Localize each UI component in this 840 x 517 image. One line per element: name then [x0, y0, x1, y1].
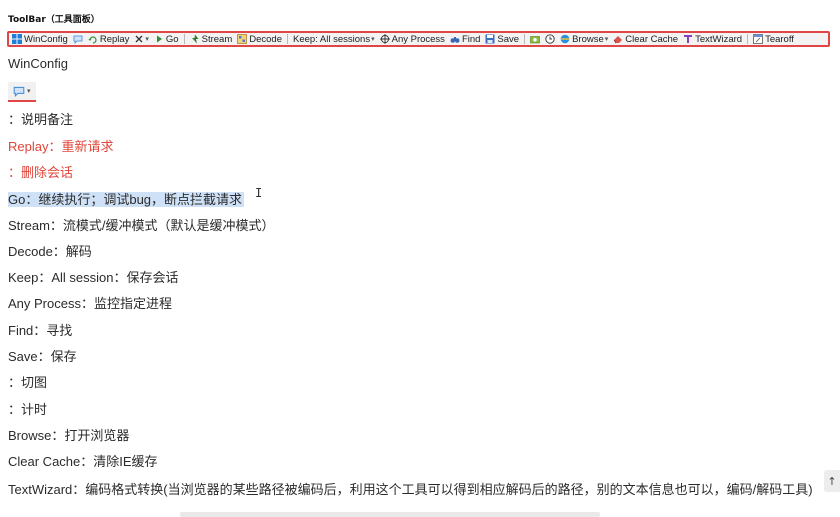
replay-icon — [88, 34, 98, 44]
toolbar-stream[interactable]: Stream — [190, 33, 233, 45]
toolbar-winconfig-label: WinConfig — [24, 33, 68, 45]
toolbar-divider — [286, 34, 288, 44]
find-description: Find：寻找 — [8, 323, 73, 338]
scroll-to-top-button[interactable]: ↑ — [824, 470, 840, 492]
toolbar-find-label: Find — [461, 33, 481, 45]
screenshot-description: ：切图 — [8, 375, 48, 390]
decode-icon — [237, 34, 248, 44]
go-description: Go：继续执行；调试bug，断点拦截请求 — [8, 191, 245, 209]
tearoff-icon — [753, 34, 763, 44]
keep-description: Keep：All session：保存会话 — [8, 270, 179, 285]
toolbar-tearoff-label: Tearoff — [765, 33, 794, 45]
toolbar-go[interactable]: Go — [154, 33, 179, 45]
toolbar-textwizard[interactable]: TextWizard — [683, 33, 742, 45]
clear-cache-description: Clear Cache：清除IE缓存 — [8, 454, 158, 469]
decode-description: Decode：解码 — [8, 244, 92, 259]
dropdown-caret-icon: ▾ — [145, 36, 149, 43]
toolbar-divider — [183, 34, 185, 44]
comment-icon-snippet: ▾ — [8, 82, 36, 102]
section-title: ToolBar（工具面板） — [8, 15, 100, 25]
selected-text[interactable]: Go：继续执行；调试bug，断点拦截请求 — [8, 192, 245, 207]
comment-icon — [12, 85, 26, 97]
any-process-description: Any Process：监控指定进程 — [8, 296, 172, 311]
comment-description: ：说明备注 — [8, 112, 74, 127]
toolbar-browse[interactable]: Browse ▾ — [560, 33, 608, 45]
crosshair-icon — [379, 34, 390, 44]
eraser-icon — [613, 34, 623, 44]
toolbar-find[interactable]: Find — [450, 33, 480, 45]
toolbar-divider — [524, 34, 526, 44]
toolbar-screenshot[interactable] — [530, 33, 540, 45]
toolbar-remove[interactable]: ▾ — [134, 33, 149, 45]
stream-description: Stream：流模式/缓冲模式（默认是缓冲模式） — [8, 218, 275, 233]
toolbar-keep[interactable]: Keep: All sessions ▾ — [293, 33, 375, 45]
toolbar-decode[interactable]: Decode — [237, 33, 282, 45]
play-icon — [154, 34, 164, 44]
save-icon — [485, 34, 495, 44]
toolbar-decode-label: Decode — [249, 33, 282, 45]
toolbar-screenshot: WinConfig Replay ▾ Go Stream Decode Keep… — [7, 31, 830, 47]
toolbar-clear-cache-label: Clear Cache — [625, 33, 679, 45]
toolbar-browse-label: Browse — [572, 33, 604, 45]
camera-icon — [530, 34, 540, 44]
close-icon — [134, 34, 144, 44]
windows-icon — [12, 34, 22, 44]
browser-icon — [560, 34, 570, 44]
toolbar-divider — [747, 34, 749, 44]
toolbar-timer[interactable] — [545, 33, 555, 45]
remove-description: ：删除会话 — [8, 165, 74, 180]
toolbar-go-label: Go — [165, 33, 179, 45]
toolbar-winconfig[interactable]: WinConfig — [12, 33, 68, 45]
horizontal-scrollbar[interactable] — [180, 512, 600, 517]
textwizard-icon — [683, 34, 693, 44]
dropdown-caret-icon: ▾ — [371, 36, 375, 43]
binoculars-icon — [450, 34, 460, 44]
replay-description: Replay：重新请求 — [8, 139, 114, 154]
comment-icon — [73, 34, 83, 44]
toolbar-save-label: Save — [497, 33, 520, 45]
clock-icon — [545, 34, 555, 44]
toolbar-replay[interactable]: Replay — [88, 33, 130, 45]
toolbar-save[interactable]: Save — [485, 33, 519, 45]
timer-description: ：计时 — [8, 402, 48, 417]
toolbar-comment[interactable] — [73, 33, 83, 45]
stream-icon — [190, 34, 200, 44]
text-cursor-icon: I — [255, 186, 263, 200]
toolbar-textwizard-label: TextWizard — [695, 33, 743, 45]
textwizard-description: TextWizard：编码格式转换(当浏览器的某些路径被编码后，利用这个工具可以… — [8, 482, 813, 497]
browse-description: Browse：打开浏览器 — [8, 428, 130, 443]
toolbar-keep-label: Keep: All sessions — [292, 33, 371, 45]
toolbar-any-process[interactable]: Any Process — [379, 33, 445, 45]
dropdown-caret-icon: ▾ — [604, 36, 609, 43]
toolbar-tearoff[interactable]: Tearoff — [753, 33, 794, 45]
toolbar-any-process-label: Any Process — [391, 33, 445, 45]
winconfig-heading: WinConfig — [8, 56, 68, 71]
toolbar-replay-label: Replay — [99, 33, 130, 45]
dropdown-caret-icon: ▾ — [27, 88, 31, 95]
arrow-up-icon: ↑ — [827, 474, 837, 488]
document-page: ToolBar（工具面板） WinConfig Replay ▾ Go Stre… — [0, 0, 840, 517]
toolbar-stream-label: Stream — [201, 33, 233, 45]
toolbar-clear-cache[interactable]: Clear Cache — [613, 33, 678, 45]
save-description: Save：保存 — [8, 349, 77, 364]
